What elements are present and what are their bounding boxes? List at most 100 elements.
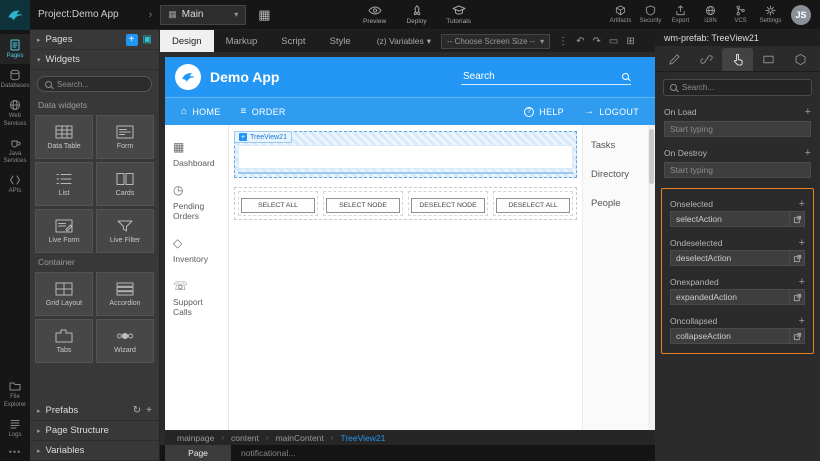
breadcrumb-item[interactable]: mainpage [177, 433, 214, 443]
ondeselected-input[interactable] [670, 250, 789, 266]
section-prefabs[interactable]: ▸ Prefabs ↻ + [30, 401, 159, 421]
widget-tile-wizard[interactable]: Wizard [96, 319, 154, 363]
canvas-nav-dashboard[interactable]: ▦ Dashboard [165, 133, 228, 176]
deselect-all-button[interactable]: DESELECT ALL [496, 198, 570, 213]
breadcrumb-item-active[interactable]: TreeView21 [340, 433, 385, 443]
section-widgets[interactable]: ▾ Widgets [30, 50, 159, 70]
tab-layout[interactable] [753, 48, 784, 71]
add-page-button[interactable]: + [126, 34, 138, 46]
vcs-button[interactable]: VCS [727, 5, 754, 24]
tab-prefab-props[interactable] [785, 48, 816, 71]
nav-home[interactable]: ⌂ HOME [181, 106, 221, 117]
wavemaker-logo-icon[interactable] [0, 0, 30, 30]
artifacts-button[interactable]: Artifacts [607, 5, 634, 24]
device-preview-icon[interactable]: ▭ [609, 36, 618, 47]
preview-button[interactable]: Preview [357, 5, 393, 25]
grid-menu-icon[interactable]: ▦ [258, 7, 270, 23]
list-item-tasks[interactable]: Tasks [583, 131, 648, 160]
undo-icon[interactable]: ↶ [576, 36, 584, 47]
rail-item-web-services[interactable]: Web Services [0, 94, 30, 131]
treeview-widget-selected[interactable]: + TreeView21 [234, 131, 577, 178]
tab-events[interactable] [722, 48, 753, 71]
deselect-node-button[interactable]: DESELECT NODE [411, 198, 485, 213]
widget-tile-live-form[interactable]: Live Form [35, 209, 93, 253]
edit-ondeselected-action-button[interactable] [789, 250, 805, 266]
i18n-button[interactable]: i18N [697, 5, 724, 24]
properties-search-input[interactable] [682, 83, 805, 92]
tab-markup[interactable]: Markup [214, 30, 270, 52]
rail-item-databases[interactable]: Databases [0, 64, 30, 94]
nav-help[interactable]: ? HELP [524, 107, 564, 117]
on-destroy-input[interactable] [664, 162, 811, 178]
widget-tile-live-filter[interactable]: Live Filter [96, 209, 154, 253]
edit-oncollapsed-action-button[interactable] [789, 328, 805, 344]
section-variables[interactable]: ▸ Variables [30, 441, 159, 461]
add-on-load-action-button[interactable]: + [805, 106, 811, 118]
oncollapsed-input[interactable] [670, 328, 789, 344]
select-node-button[interactable]: SELECT NODE [326, 198, 400, 213]
refresh-icon[interactable]: ↻ [133, 405, 141, 416]
rail-item-logs[interactable]: Logs [0, 413, 30, 443]
add-prefab-button[interactable]: + [146, 405, 152, 416]
page-tab[interactable]: Page [165, 445, 231, 461]
app-logo-icon[interactable] [175, 64, 201, 90]
widget-tile-grid-layout[interactable]: Grid Layout [35, 272, 93, 316]
add-on-destroy-action-button[interactable]: + [805, 147, 811, 159]
widget-search-input[interactable] [57, 80, 144, 89]
nav-order[interactable]: ≡ ORDER [241, 106, 286, 117]
settings-button[interactable]: Settings [757, 5, 784, 24]
breadcrumb-item[interactable]: content [231, 433, 259, 443]
more-options-button[interactable]: ⋮ [558, 36, 568, 47]
tab-bindings[interactable] [690, 48, 721, 71]
rail-item-pages[interactable]: Pages [0, 34, 30, 64]
rail-item-apis[interactable]: APIs [0, 169, 30, 199]
redo-icon[interactable]: ↷ [592, 36, 600, 47]
list-item-people[interactable]: People [583, 189, 648, 218]
on-load-input[interactable] [664, 121, 811, 137]
properties-search[interactable] [663, 79, 812, 96]
edit-onexpanded-action-button[interactable] [789, 289, 805, 305]
widget-tile-list[interactable]: List [35, 162, 93, 206]
variables-dropdown[interactable]: (z) Variables ▾ [377, 36, 431, 47]
canvas-nav-support-calls[interactable]: ☏ Support Calls [165, 272, 228, 325]
edit-onselected-action-button[interactable] [789, 211, 805, 227]
canvas-nav-inventory[interactable]: ◇ Inventory [165, 229, 228, 272]
breadcrumb-item[interactable]: mainContent [276, 433, 324, 443]
widget-tile-form[interactable]: Form [96, 115, 154, 159]
export-button[interactable]: Export [667, 5, 694, 24]
security-button[interactable]: Security [637, 5, 664, 24]
onexpanded-input[interactable] [670, 289, 789, 305]
tab-style[interactable]: Style [318, 30, 363, 52]
tab-styles[interactable] [659, 48, 690, 71]
deploy-button[interactable]: Deploy [399, 5, 435, 25]
user-avatar[interactable]: JS [791, 5, 811, 25]
page-list-icon[interactable]: ▣ [143, 34, 152, 45]
tutorials-button[interactable]: Tutorials [441, 5, 477, 25]
tab-script[interactable]: Script [269, 30, 317, 52]
add-onselected-action-button[interactable]: + [799, 198, 805, 210]
split-view-icon[interactable]: ⊞ [626, 36, 634, 47]
rail-item-file-explorer[interactable]: File Explorer [0, 375, 30, 412]
screen-size-dropdown[interactable]: -- Choose Screen Size -- ▾ [441, 34, 550, 49]
treeview-node-area[interactable] [238, 145, 573, 169]
rail-item-java-services[interactable]: Java Services [0, 132, 30, 169]
widget-tile-tabs[interactable]: Tabs [35, 319, 93, 363]
add-ondeselected-action-button[interactable]: + [799, 237, 805, 249]
onselected-input[interactable] [670, 211, 789, 227]
treeview-widget-tag[interactable]: + TreeView21 [234, 131, 292, 143]
widget-tile-accordion[interactable]: Accordion [96, 272, 154, 316]
add-onexpanded-action-button[interactable]: + [799, 276, 805, 288]
add-oncollapsed-action-button[interactable]: + [799, 315, 805, 327]
widget-tile-data-table[interactable]: Data Table [35, 115, 93, 159]
select-all-button[interactable]: SELECT ALL [241, 198, 315, 213]
canvas-nav-pending-orders[interactable]: ◷ Pending Orders [165, 176, 228, 229]
section-pages[interactable]: ▸ Pages + ▣ [30, 30, 159, 50]
more-menu-icon[interactable]: ••• [0, 443, 30, 461]
tab-design[interactable]: Design [160, 30, 214, 52]
nav-logout[interactable]: → LOGOUT [584, 106, 639, 117]
canvas-search-field[interactable]: Search [461, 69, 631, 85]
section-page-structure[interactable]: ▸ Page Structure [30, 421, 159, 441]
widget-tile-cards[interactable]: Cards [96, 162, 154, 206]
scrollbar-thumb[interactable] [649, 129, 654, 184]
canvas-scrollbar[interactable] [648, 125, 655, 430]
